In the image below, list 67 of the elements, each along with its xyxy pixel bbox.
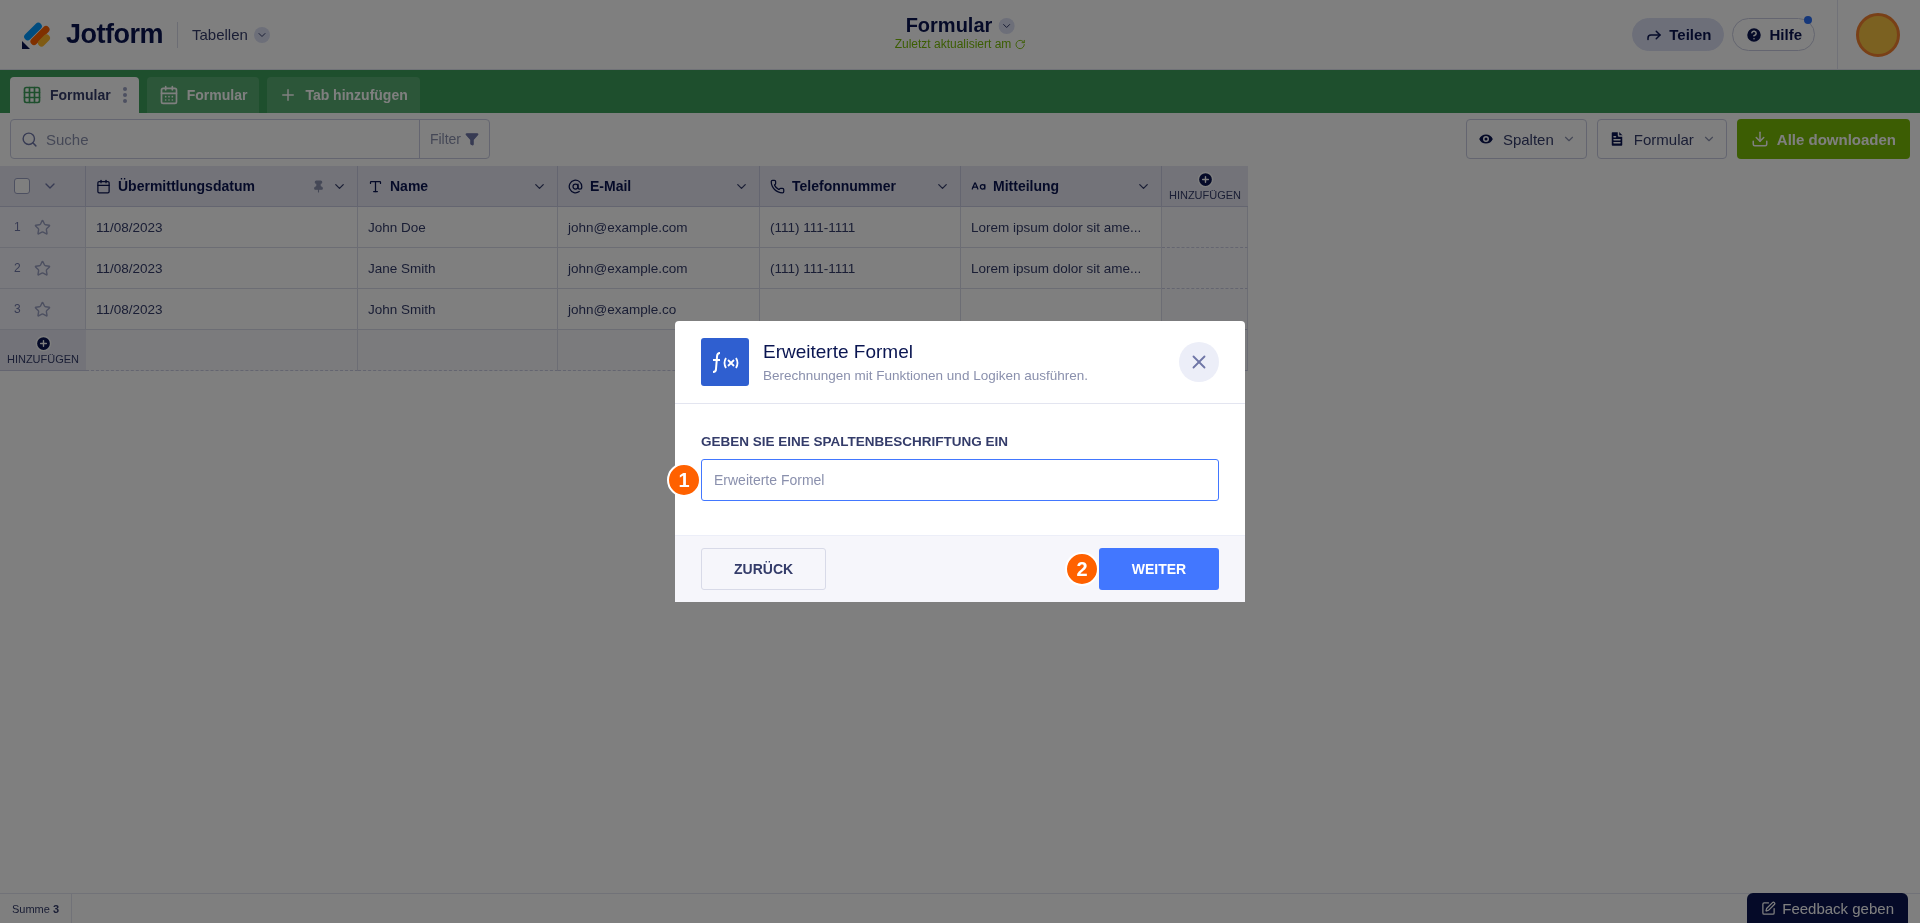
last-updated-text: Zuletzt aktualisiert am [894,37,1012,51]
more-icon[interactable] [122,87,127,103]
row-number: 3 [14,302,22,316]
table-cell: John Doe [368,219,426,235]
filter-icon [465,132,479,146]
table-cell: Lorem ipsum dolor sit ame... [971,219,1142,235]
add-column-button[interactable]: HINZUFÜGEN [1162,166,1248,207]
next-button[interactable]: WEITER [1099,548,1219,590]
column-header[interactable]: Übermittlungsdatum [86,166,358,207]
table-cell: john@example.co [568,301,677,317]
table-icon [22,85,42,105]
table-cell: john@example.com [568,260,688,276]
phone-icon [770,178,785,194]
help-icon [1745,25,1764,44]
search-field[interactable]: Suche Filter [10,119,490,159]
step-badge: 1 [667,463,701,497]
step-badge: 2 [1065,552,1099,586]
dialog-subtitle: Berechnungen mit Funktionen und Logiken ausführen. [763,368,1089,383]
table-cell: (111) 111-1111 [770,260,856,276]
checkbox[interactable] [14,178,30,194]
calendar-icon [96,178,111,194]
tab[interactable]: Formular [10,77,139,113]
pin-icon[interactable] [312,179,325,193]
edit-icon [1761,900,1777,916]
add-row-button[interactable]: HINZUFÜGEN [0,330,86,371]
back-button[interactable]: ZURÜCK [701,548,827,590]
plus-icon [34,335,52,352]
column-header[interactable]: Name [358,166,558,207]
help-button[interactable]: Hilfe [1732,18,1815,51]
star-icon[interactable] [34,300,51,318]
column-header[interactable]: Mitteilung [961,166,1162,207]
table-cell: (111) 111-1111 [770,219,856,235]
text-icon [368,178,383,194]
tables-menu[interactable]: Tabellen [192,26,270,43]
plus-icon [1196,171,1214,188]
row-number: 1 [14,220,22,234]
column-header[interactable]: Telefonnummer [760,166,961,207]
at-sign-icon [568,178,583,194]
row-number: 2 [14,261,22,275]
search-icon [21,130,38,148]
table-cell: 11/08/2023 [96,219,163,235]
formula-icon [701,338,749,386]
avatar[interactable] [1856,12,1900,57]
column-label-field[interactable]: Erweiterte Formel [701,459,1219,501]
calendar-icon [158,85,179,105]
star-icon[interactable] [34,259,51,277]
star-icon[interactable] [34,218,51,236]
table-cell: Lorem ipsum dolor sit ame... [971,260,1142,276]
table-cell: 11/08/2023 [96,260,163,276]
logo-text: Jotform [66,19,163,50]
table-cell: john@example.com [568,219,688,235]
share-button[interactable]: Teilen [1632,18,1725,51]
field-label: GEBEN SIE EINE SPALTENBESCHRIFTUNG EIN [701,434,1010,449]
filter-button[interactable]: Filter [418,120,489,158]
form-button[interactable]: Formular [1596,119,1727,159]
download-icon [1750,130,1769,148]
refresh-icon[interactable] [1014,38,1026,50]
sum-text: Summe 3 [0,894,73,923]
table-cell: John Smith [368,301,436,317]
columns-button[interactable]: Spalten [1465,119,1587,159]
dialog-title: Erweiterte Formel [763,341,914,363]
form-title: Formular [905,14,993,37]
close-button[interactable] [1179,342,1219,382]
table-cell: 11/08/2023 [96,301,163,317]
column-header[interactable]: E-Mail [558,166,760,207]
table-cell: Jane Smith [368,260,436,276]
feedback-button[interactable]: Feedback geben [1747,893,1908,923]
